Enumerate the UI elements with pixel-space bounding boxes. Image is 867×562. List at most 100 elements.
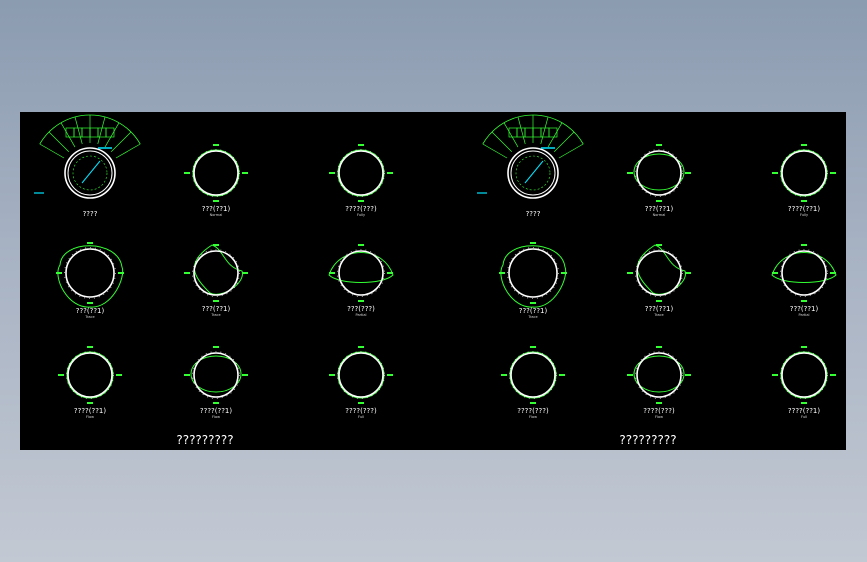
section-diagram: ????(??1)Fully	[772, 144, 836, 217]
section-label: ???(???)	[347, 305, 375, 313]
tag-left	[184, 374, 190, 376]
tag-bottom	[530, 302, 536, 304]
tag-left	[772, 374, 778, 376]
tag-bottom	[213, 402, 219, 404]
tag-right	[242, 272, 248, 274]
tag-top	[801, 144, 807, 146]
tag-top	[213, 144, 219, 146]
section-diagram: ???(??1)Trace	[184, 244, 248, 317]
tag-top	[656, 244, 662, 246]
tag-right	[561, 272, 567, 274]
sheet-title: ?????????	[176, 433, 233, 447]
tag-right	[387, 172, 393, 174]
tunnel-section	[67, 352, 113, 398]
segment-box	[532, 127, 542, 138]
section-sub: Flow	[212, 415, 220, 419]
section-label: ???(??1)	[645, 205, 674, 213]
tunnel-section	[508, 248, 558, 298]
fan-ray	[558, 143, 584, 159]
section-label: ????(??1)	[200, 407, 232, 415]
section-diagram: ????(??1)Flow	[184, 346, 248, 419]
tag-top	[656, 144, 662, 146]
section-diagram: ???(??1)Trace	[499, 242, 567, 319]
circle-ticks	[635, 351, 683, 399]
section-sub: Normal	[210, 213, 223, 217]
section-sub: Full	[801, 415, 807, 419]
circle-ticks	[635, 249, 683, 297]
tag-right	[242, 374, 248, 376]
tag-right	[559, 374, 565, 376]
tunnel-section	[65, 248, 115, 298]
section-diagram: ???(??1)Trace	[56, 242, 124, 319]
sheet-title: ?????????	[619, 433, 676, 447]
tag-left	[56, 272, 62, 274]
tag-left	[58, 374, 64, 376]
direction-arrow	[524, 160, 544, 184]
section-label: ???(??1)	[790, 305, 819, 313]
section-diagram: ????(??1)Flow	[58, 346, 122, 419]
tunnel-section	[781, 250, 827, 296]
tag-top	[213, 346, 219, 348]
cad-viewport[interactable]: ???? ???(??1) Normal ????(???) Fully ???(??1)…	[20, 112, 846, 450]
section-diagram: ???(??1)Normal	[184, 144, 248, 217]
fan-ray	[482, 143, 508, 159]
tunnel-section	[636, 250, 682, 296]
tag-right	[830, 374, 836, 376]
section-diagram: ????(???)Full	[329, 346, 393, 419]
tunnel-section	[338, 352, 384, 398]
section-label: ????(??1)	[788, 205, 820, 213]
tag-right	[242, 172, 248, 174]
tag-bottom	[358, 300, 364, 302]
section-label: ???(??1)	[202, 305, 231, 313]
tag-top	[656, 346, 662, 348]
fan-ray	[115, 143, 141, 159]
segment-box	[105, 127, 115, 138]
section-sub: Flow	[86, 415, 94, 419]
tunnel-section	[193, 352, 239, 398]
tunnel-section	[338, 250, 384, 296]
tag-top	[801, 346, 807, 348]
tag-left	[501, 374, 507, 376]
section-sub: Full	[358, 415, 364, 419]
section-sub: Fully	[357, 213, 365, 217]
tunnel-section	[193, 250, 239, 296]
cad-drawing: ???????(??1)Normal????(???)Fully???(??1)…	[34, 114, 837, 447]
tunnel-section	[510, 352, 556, 398]
tag-left	[329, 374, 335, 376]
tag-right	[387, 374, 393, 376]
section-label: ???(??1)	[519, 307, 548, 315]
tag-left	[627, 172, 633, 174]
drawing-sheet-2: ???????(??1)Normal????(??1)Fully???(??1)…	[477, 114, 837, 447]
pressure-curve	[193, 244, 243, 295]
tag-right	[830, 172, 836, 174]
tag-left	[329, 172, 335, 174]
section-label: ????(???)	[345, 205, 377, 213]
circle-ticks	[192, 351, 240, 399]
circle-ticks	[192, 249, 240, 297]
tag-left	[499, 272, 505, 274]
tag-bottom	[87, 402, 93, 404]
tunnel-section	[338, 150, 384, 196]
section-label: ???(??1)	[76, 307, 105, 315]
section-diagram: ????(???)Flow	[501, 346, 565, 419]
tag-right	[685, 172, 691, 174]
section-label: ????(???)	[517, 407, 549, 415]
tag-bottom	[213, 200, 219, 202]
tag-top	[358, 244, 364, 246]
tag-left	[627, 272, 633, 274]
fan-ray	[39, 143, 65, 159]
segment-box	[548, 127, 558, 138]
circle-ticks	[507, 247, 559, 299]
section-diagram: ???(??1)Normal	[627, 144, 691, 217]
tunnel-section	[781, 150, 827, 196]
tag-top	[358, 144, 364, 146]
fan-ray	[104, 122, 120, 148]
tag-right	[830, 272, 836, 274]
tag-top	[358, 346, 364, 348]
section-label: ????(???)	[345, 407, 377, 415]
section-diagram: ????(???)Flow	[627, 346, 691, 419]
circle-ticks	[64, 247, 116, 299]
segment-box	[508, 127, 518, 138]
section-diagram: ???(???)Partial	[328, 244, 394, 317]
tag-top	[213, 244, 219, 246]
